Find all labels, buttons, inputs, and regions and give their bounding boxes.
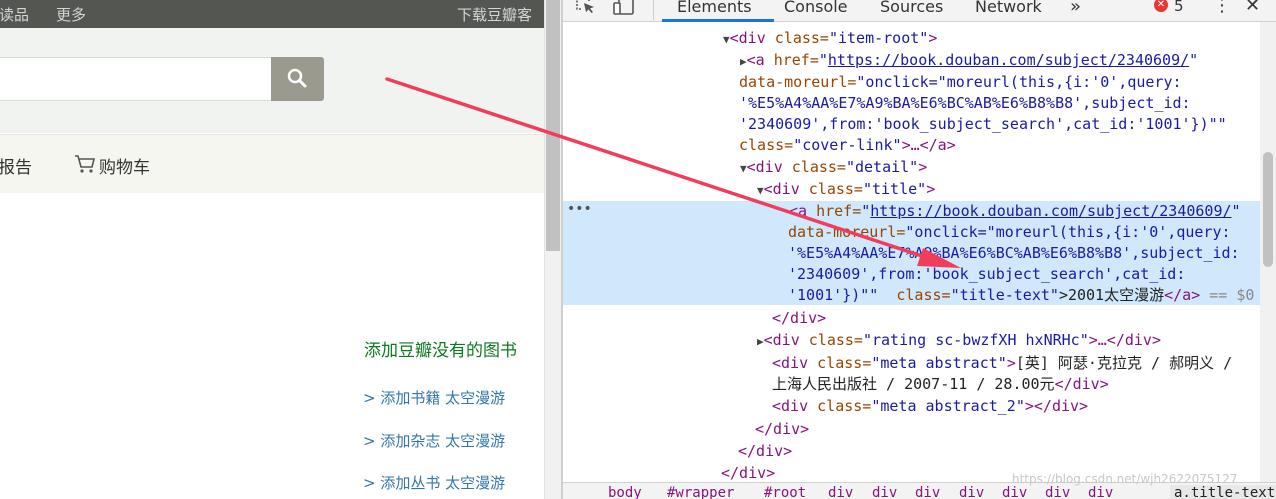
web-page: 读品 更多 下载豆瓣客 报告 购物车 添加豆瓣没有的图书 > 添加书籍 太空漫游… (0, 0, 544, 499)
dom-node-detail[interactable]: ▼<div class="detail"> (740, 157, 927, 179)
selected-node-marker: == $0 (1200, 286, 1255, 304)
dom-close-tag: </div> (721, 464, 776, 482)
search-button[interactable] (271, 57, 324, 101)
dom-close-tag: </div> (755, 420, 810, 438)
breadcrumb-item[interactable]: div (1088, 485, 1113, 499)
breadcrumb-item[interactable]: div (1045, 485, 1070, 499)
nav-item-download-app[interactable]: 下载豆瓣客 (457, 4, 532, 25)
breadcrumb-item[interactable]: div (959, 485, 984, 499)
dom-close-tag: </div> (738, 442, 793, 460)
dom-attr-line: '2340609',from:'book_subject_search',cat… (788, 265, 1186, 283)
tab-network[interactable]: Network (975, 0, 1042, 16)
dom-tree[interactable]: ••• ▼<div class="item-root"> ▶<a href="h… (563, 22, 1260, 482)
page-scrollbar[interactable] (544, 0, 561, 499)
dom-close-tag: </div> (772, 309, 827, 327)
collapse-triangle-icon[interactable]: ▼ (757, 184, 764, 197)
dom-attr-line: class="cover-link">…</a> (739, 136, 956, 154)
add-series-link[interactable]: > 添加丛书 太空漫游 (363, 472, 505, 493)
more-tabs-button[interactable]: » (1070, 0, 1081, 17)
dom-attr-line: '%E5%A4%AA%E7%A9%BA%E6%BC%AB%E6%B8%B8',s… (788, 244, 1240, 262)
breadcrumb-item[interactable]: div (915, 485, 940, 499)
dom-attr-line: '2340609',from:'book_subject_search',cat… (739, 115, 1227, 133)
dom-node-meta-abstract[interactable]: <div class="meta abstract">[英] 阿瑟·克拉克 / … (772, 353, 1232, 374)
watermark: https://blog.csdn.net/wjh2622075127 (1012, 472, 1238, 486)
cover-link-href[interactable]: https://book.douban.com/subject/2340609/ (828, 51, 1189, 69)
title-link-href[interactable]: https://book.douban.com/subject/2340609/ (870, 202, 1231, 220)
sub-nav: 报告 购物车 (0, 134, 544, 193)
node-actions-ellipsis[interactable]: ••• (567, 201, 592, 217)
tab-console[interactable]: Console (784, 0, 848, 16)
devtools-panel: Elements Console Sources Network » ✕ 5 ⋮… (563, 0, 1276, 499)
dom-attr-line: '1001'})"" class="title-text">2001太空漫游</… (788, 286, 1255, 304)
dom-node-rating[interactable]: ▶<div class="rating sc-bwzfXH hxNRHc">…<… (757, 330, 1161, 352)
collapse-triangle-icon[interactable]: ▼ (740, 162, 747, 175)
breadcrumb-item[interactable]: body (608, 485, 642, 499)
dom-attr-line: data-moreurl="onclick="moreurl(this,{i:'… (739, 73, 1182, 91)
dom-node-title[interactable]: ▼<div class="title"> (757, 179, 935, 201)
search-icon (287, 68, 307, 88)
dom-attr-line: data-moreurl="onclick="moreurl(this,{i:'… (788, 223, 1231, 241)
cart-icon (75, 155, 96, 173)
search-input[interactable] (0, 57, 272, 101)
breadcrumb-item[interactable]: #root (764, 485, 806, 499)
inspect-element-icon[interactable] (575, 0, 597, 15)
dom-text-line: 上海人民出版社 / 2007-11 / 28.00元</div> (772, 375, 1109, 393)
expand-triangle-icon[interactable]: ▶ (757, 335, 764, 348)
dom-scrollbar-thumb[interactable] (1263, 152, 1273, 267)
breadcrumb-item[interactable]: div (1002, 485, 1027, 499)
top-nav: 读品 更多 下载豆瓣客 (0, 0, 544, 28)
add-book-link[interactable]: > 添加书籍 太空漫游 (363, 387, 505, 408)
nav-item-more[interactable]: 更多 (56, 4, 86, 25)
dom-node-meta-abstract-2[interactable]: <div class="meta abstract_2"></div> (772, 396, 1088, 417)
page-scrollbar-thumb[interactable] (546, 0, 560, 251)
device-toolbar-icon[interactable] (612, 0, 636, 15)
close-devtools-icon[interactable]: ✕ (1245, 0, 1260, 16)
add-magazine-link[interactable]: > 添加杂志 太空漫游 (363, 430, 505, 451)
dom-node-item-root[interactable]: ▼<div class="item-root"> (723, 28, 937, 50)
collapse-triangle-icon[interactable]: ▼ (723, 33, 730, 46)
breadcrumb-item-current[interactable]: a.title-text (1170, 485, 1276, 499)
dom-scrollbar[interactable] (1260, 22, 1276, 482)
cart-label: 购物车 (99, 158, 150, 178)
dom-node-title-text-selected[interactable]: <a href="https://book.douban.com/subject… (789, 201, 1241, 222)
devtools-menu-icon[interactable]: ⋮ (1213, 0, 1231, 16)
breadcrumb-item[interactable]: div (872, 485, 897, 499)
tab-elements[interactable]: Elements (677, 0, 752, 16)
breadcrumb-item[interactable]: div (828, 485, 853, 499)
error-icon[interactable]: ✕ (1154, 0, 1168, 12)
subnav-report-link[interactable]: 报告 (0, 153, 32, 178)
tab-sources[interactable]: Sources (880, 0, 943, 16)
breadcrumb-item[interactable]: #wrapper (667, 485, 734, 499)
add-book-heading: 添加豆瓣没有的图书 (364, 341, 517, 361)
expand-triangle-icon[interactable]: ▶ (740, 55, 747, 68)
dom-node-cover-link[interactable]: ▶<a href="https://book.douban.com/subjec… (740, 50, 1198, 72)
dom-attr-line: '%E5%A4%AA%E7%A9%BA%E6%BC%AB%E6%B8%B8',s… (739, 94, 1191, 112)
devtools-toolbar: Elements Console Sources Network » ✕ 5 ⋮… (563, 0, 1276, 22)
nav-item-reading[interactable]: 读品 (0, 4, 29, 25)
error-count[interactable]: 5 (1174, 0, 1184, 15)
toolbar-separator (653, 0, 654, 20)
